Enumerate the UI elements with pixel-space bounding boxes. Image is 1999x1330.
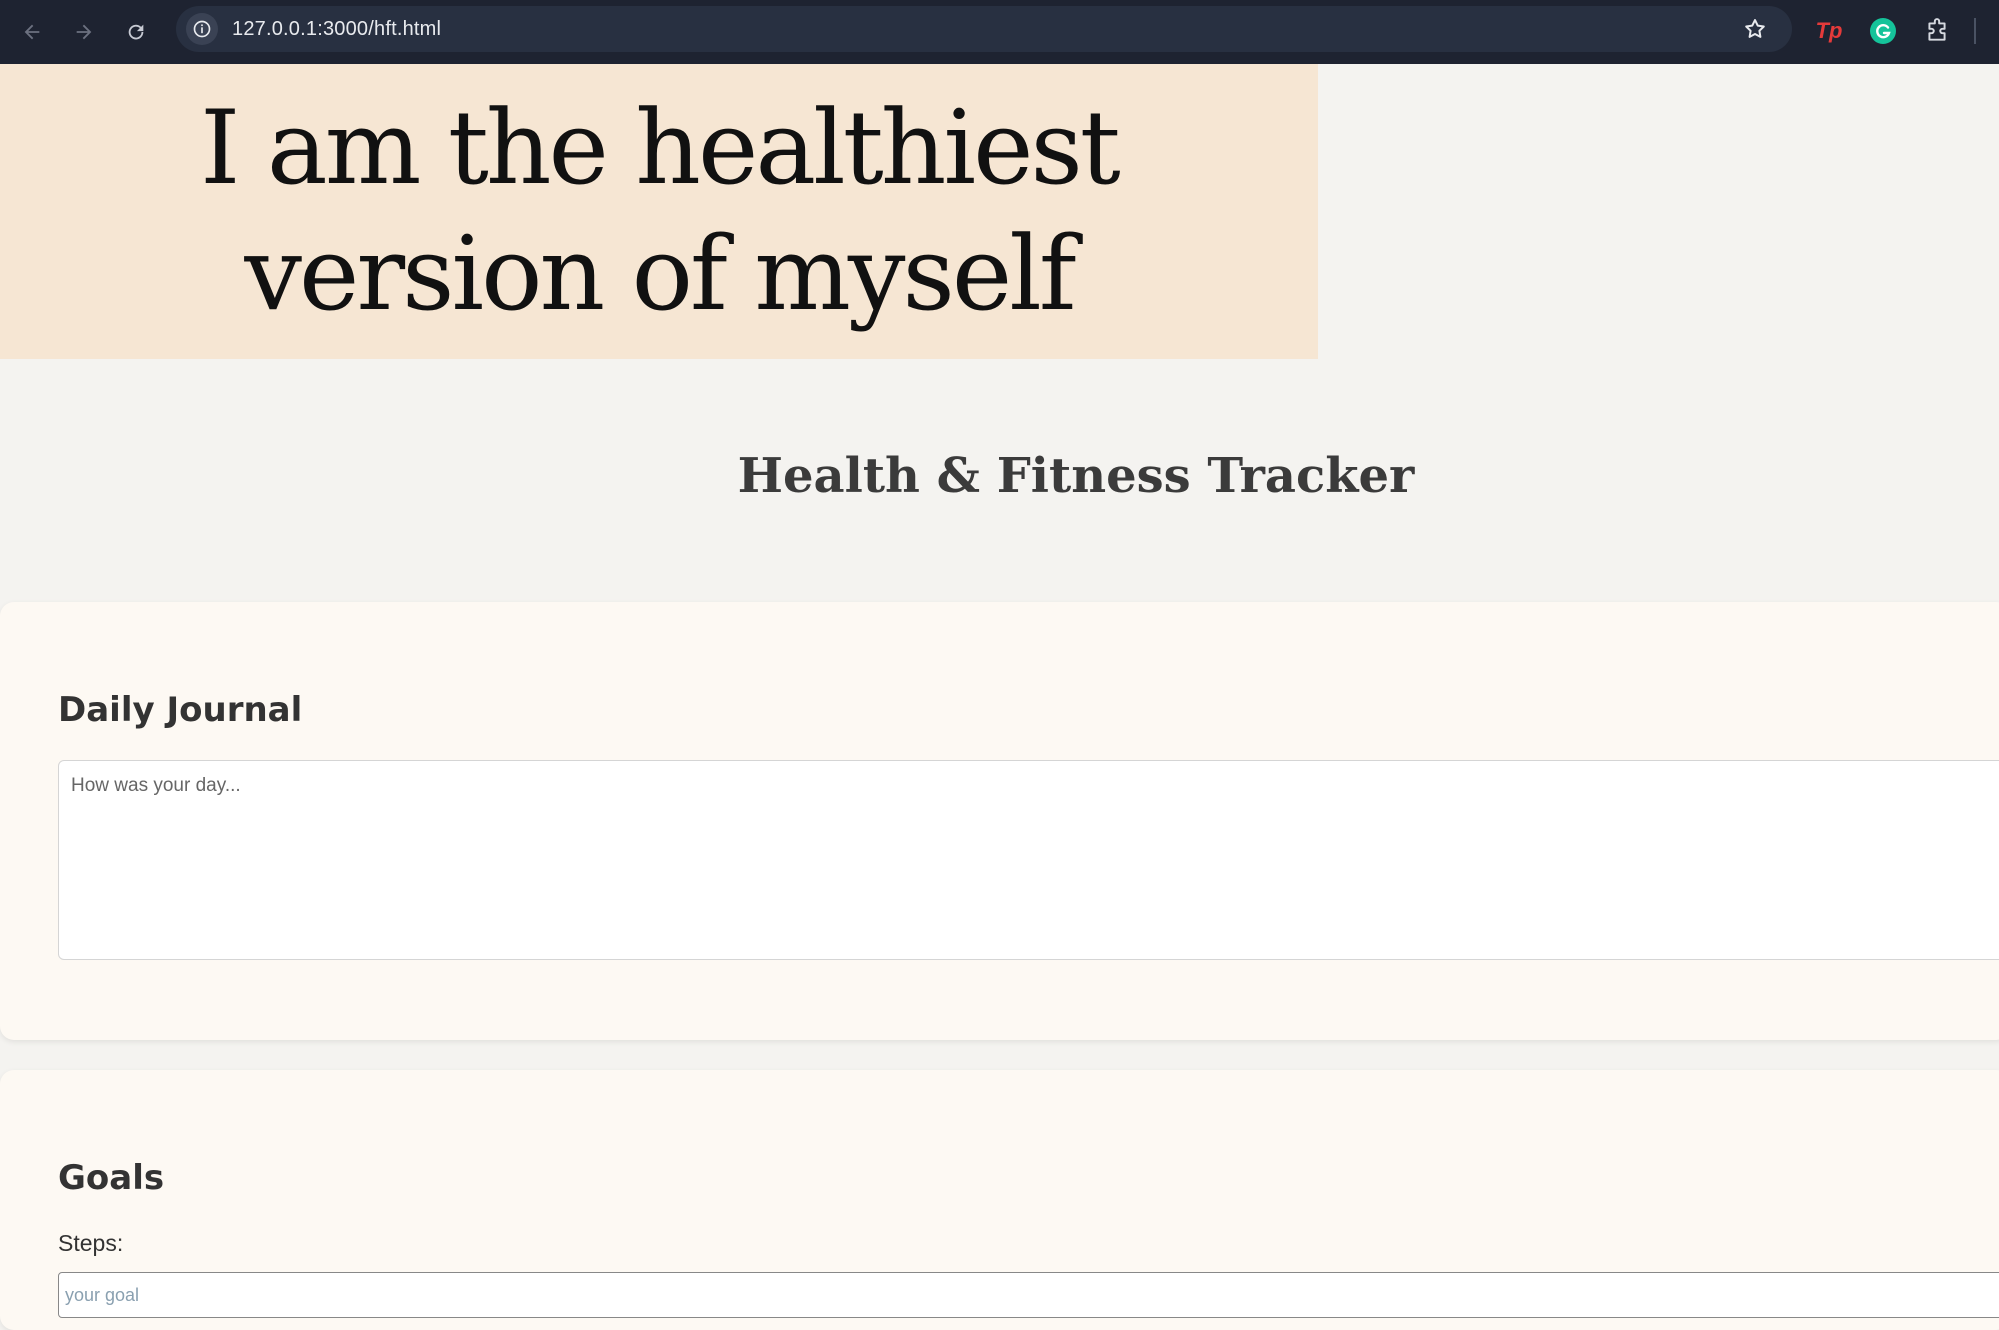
forward-button[interactable] <box>64 12 104 52</box>
daily-journal-card: Daily Journal <box>0 602 1999 1040</box>
journal-textarea[interactable] <box>58 760 1999 960</box>
tp-icon: Tp <box>1815 18 1843 43</box>
banner-line-2: version of myself <box>244 214 1076 334</box>
back-button[interactable] <box>12 12 52 52</box>
toolbar-divider <box>1974 18 1976 44</box>
arrow-left-icon <box>24 24 40 40</box>
daily-journal-heading: Daily Journal <box>58 690 303 730</box>
banner-line-1: I am the healthiest <box>200 88 1121 208</box>
grammarly-extension-button[interactable] <box>1866 14 1900 48</box>
address-bar[interactable]: 127.0.0.1:3000/hft.html <box>176 6 1792 52</box>
tp-extension-button[interactable]: Tp <box>1812 14 1846 48</box>
url-text: 127.0.0.1:3000/hft.html <box>232 17 442 40</box>
arrow-right-icon <box>76 24 92 40</box>
puzzle-extensions-icon <box>1928 18 1946 41</box>
extensions-menu-button[interactable] <box>1920 14 1954 48</box>
bookmark-star-button[interactable] <box>1740 14 1770 44</box>
info-icon <box>193 20 211 38</box>
steps-label: Steps: <box>58 1230 124 1256</box>
page-title: Health & Fitness Tracker <box>737 448 1415 504</box>
star-icon <box>1745 19 1765 38</box>
steps-goal-input[interactable] <box>58 1272 1999 1318</box>
goals-heading: Goals <box>58 1158 165 1198</box>
grammarly-icon <box>1870 18 1896 44</box>
site-info-button[interactable] <box>186 13 218 45</box>
affirmation-banner: I am the healthiest version of myself <box>0 64 1318 359</box>
goals-card: Goals Steps: <box>0 1070 1999 1330</box>
reload-button[interactable] <box>116 12 156 52</box>
browser-toolbar: 127.0.0.1:3000/hft.html Tp <box>0 0 1999 64</box>
reload-icon <box>128 24 144 40</box>
